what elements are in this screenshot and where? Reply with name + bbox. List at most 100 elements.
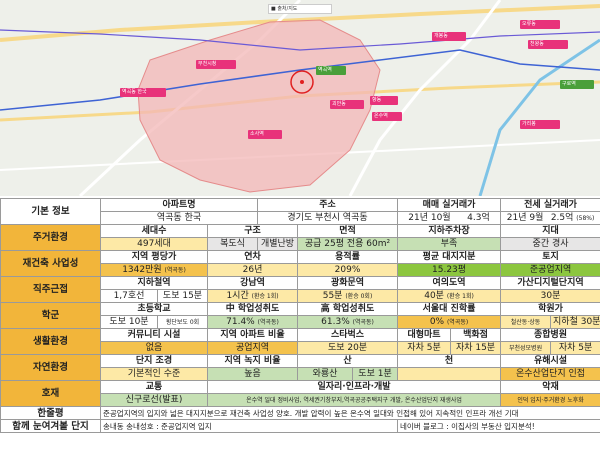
hospital-time: 자차 5분 — [550, 341, 600, 355]
address: 경기도 부천시 역곡동 — [257, 211, 399, 225]
map-poi[interactable]: 개봉동 — [432, 32, 466, 41]
header-gwanghwamun: 광화문역 — [297, 276, 399, 290]
starbucks: 도보 20분 — [297, 341, 399, 355]
header-yeouido: 여의도역 — [397, 276, 502, 290]
header-apt-ratio: 지역 아파트 비율 — [206, 328, 299, 342]
header-middle: 中 학업성취도 — [206, 302, 299, 316]
apt-ratio: 공업지역 — [206, 341, 299, 355]
header-age: 연차 — [206, 250, 299, 264]
header-apt-name: 아파트명 — [99, 198, 259, 212]
heating: 개별난방 — [257, 237, 299, 251]
category-nature: 자연환경 — [0, 354, 101, 381]
mountain-time: 도보 1분 — [352, 367, 399, 381]
header-green: 지역 녹지 비율 — [206, 354, 299, 368]
far: 209% — [297, 263, 399, 277]
map-poi[interactable]: 항동 — [370, 96, 398, 105]
header-far: 용적률 — [297, 250, 399, 264]
header-bad: 악재 — [500, 380, 600, 394]
map-poi[interactable]: 역곡역 — [316, 66, 346, 75]
map-poi[interactable]: 가리봉 — [520, 120, 560, 129]
header-hazard: 유해시설 — [500, 354, 600, 368]
crosswalk: 횡단보도 0회 — [157, 315, 208, 329]
header-land: 토지 — [500, 250, 600, 264]
together-text: 송내동 송내성호 : 준공업지역 입지 — [99, 419, 399, 433]
community: 없음 — [100, 341, 208, 355]
map-poi[interactable]: 온수역 — [372, 112, 402, 121]
category-housing: 주거환경 — [0, 224, 101, 251]
header-dept: 백화점 — [450, 328, 502, 342]
mountain-name: 와룡산 — [297, 367, 354, 381]
land-share: 15.23평 — [397, 263, 502, 277]
header-area: 면적 — [297, 224, 399, 238]
header-snu: 서울대 진학률 — [397, 302, 502, 316]
map-poi[interactable]: 역곡동 한국 — [120, 88, 166, 97]
map-poi[interactable]: 오류동 — [520, 20, 560, 29]
header-address: 주소 — [257, 198, 399, 212]
stream — [397, 367, 502, 381]
middle-score: 71.4% (역곡동) — [206, 315, 299, 329]
header-parking: 지하주차장 — [397, 224, 502, 238]
header-station: 지하철역 — [100, 276, 208, 290]
gwanghwamun-time: 55분 (환승 0회) — [297, 289, 399, 303]
landscape: 기본적인 수준 — [100, 367, 208, 381]
info-table: 기본 정보 아파트명 주소 매매 실거래가 전세 실거래가 역곡동 한국 경기도… — [0, 198, 600, 433]
transport: 신구로선(발표) — [100, 393, 208, 407]
header-academy: 학원가 — [500, 302, 600, 316]
map-poi[interactable]: 괴안동 — [330, 100, 364, 109]
map-poi[interactable]: 천왕동 — [528, 40, 568, 49]
high-score: 61.3% (역곡동) — [297, 315, 399, 329]
header-transport: 교통 — [100, 380, 208, 394]
station-walk: 도보 15분 — [157, 289, 208, 303]
parking: 부족 — [397, 237, 502, 251]
header-elementary: 초등학교 — [100, 302, 208, 316]
hospital-name: 부천성모병원 — [500, 341, 552, 355]
map-poi[interactable]: 구로역 — [560, 80, 594, 89]
snu-rate: 0% (역곡동) — [397, 315, 502, 329]
header-terrain: 지대 — [500, 224, 600, 238]
category-basic: 기본 정보 — [0, 198, 101, 225]
yeouido-time: 40분 (환승 1회) — [397, 289, 502, 303]
header-land-share: 평균 대지지분 — [397, 250, 502, 264]
map-poi[interactable]: 부천시청 — [196, 60, 236, 69]
category-commute: 직주근접 — [0, 276, 101, 303]
green-ratio: 높음 — [206, 367, 299, 381]
terrain: 중간 경사 — [500, 237, 600, 251]
area: 공급 25평 전용 60m² — [297, 237, 399, 251]
category-benefit: 호재 — [0, 380, 101, 407]
header-stream: 천 — [397, 354, 502, 368]
academy-time: 지하철 30분 — [550, 315, 600, 329]
summary-text: 준공업지역의 입지와 넓은 대지지분으로 재건축 사업성 양호. 개발 압력이 … — [99, 406, 600, 420]
category-summary: 한줄평 — [0, 406, 101, 420]
header-landscape: 단지 조경 — [100, 354, 208, 368]
hazard: 온수산업단지 인접 — [500, 367, 600, 381]
gasan-time: 30분 — [500, 289, 600, 303]
apt-name: 역곡동 한국 — [99, 211, 259, 225]
price: 1342만원 (역곡동) — [100, 263, 208, 277]
age: 26년 — [206, 263, 299, 277]
map-poi[interactable]: 소사역 — [248, 130, 282, 139]
academy-name: 철산동·상동 — [500, 315, 552, 329]
station-line: 1,7호선 — [100, 289, 158, 303]
header-starbucks: 스타벅스 — [297, 328, 399, 342]
map-canvas — [0, 0, 600, 196]
header-hospital: 종합병원 — [500, 328, 600, 342]
header-gasan: 가산디지털단지역 — [500, 276, 600, 290]
structure: 복도식 — [206, 237, 259, 251]
header-jobs: 일자리·인프라·개발 — [206, 380, 502, 394]
sale-price: 21년 10월 4.3억 — [397, 211, 502, 225]
map-view[interactable]: ■ 출처/지도 역곡동 한국 부천시청 역곡역 괴안동 소사역 항동 온수역 개… — [0, 0, 600, 196]
blog-link[interactable]: 네이버 블로그 : 이집사의 부동산 입지분석! — [397, 419, 600, 433]
category-rebuild: 재건축 사업성 — [0, 250, 101, 277]
elementary: 도보 10분 — [100, 315, 158, 329]
header-gangnam: 강남역 — [206, 276, 299, 290]
jeonse-price: 21년 9월 2.5억 (58%) — [500, 211, 600, 225]
map-toolbar[interactable]: ■ 출처/지도 — [268, 4, 332, 14]
mart: 자차 5분 — [397, 341, 452, 355]
category-life: 생활환경 — [0, 328, 101, 355]
category-together: 함께 눈여겨볼 단지 — [0, 419, 101, 433]
header-mart: 대형마트 — [397, 328, 452, 342]
header-structure: 구조 — [206, 224, 299, 238]
header-high: 高 학업성취도 — [297, 302, 399, 316]
header-sale-price: 매매 실거래가 — [397, 198, 502, 212]
bad: 인덕 입지·주거환경 노후화 — [500, 393, 600, 407]
